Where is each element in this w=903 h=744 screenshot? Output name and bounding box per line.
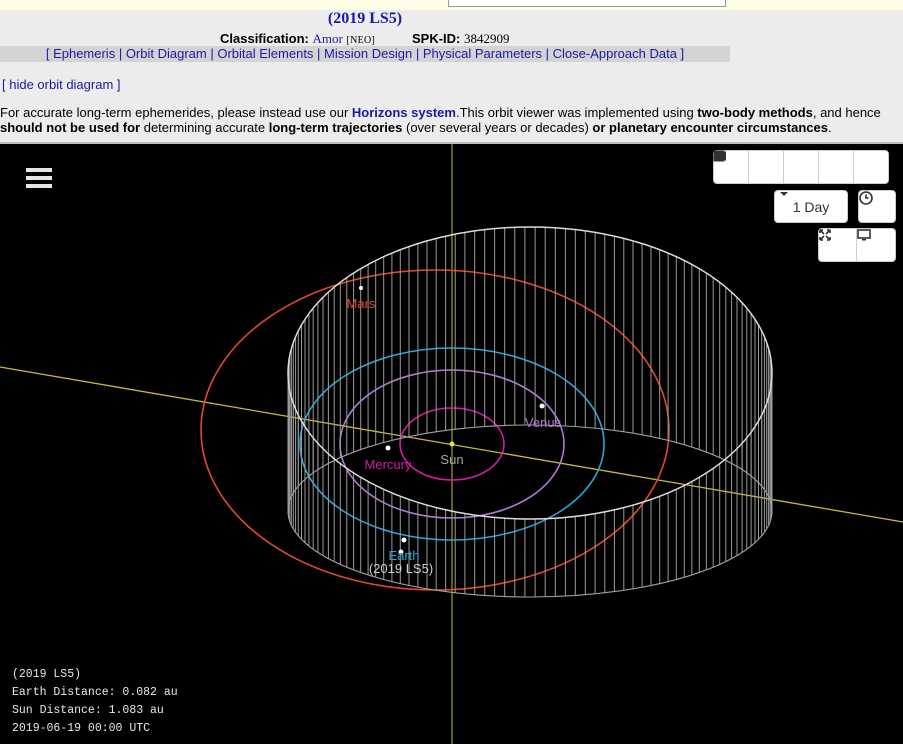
mercury-dot <box>385 445 391 451</box>
step-forward-button[interactable] <box>715 150 854 184</box>
search-input[interactable] <box>448 0 726 7</box>
mars-orbit <box>200 269 670 591</box>
sun-dot <box>449 441 455 447</box>
earth-dot <box>401 537 407 543</box>
classification-tag: [NEO] <box>346 35 376 46</box>
classification-label: Classification: <box>220 31 309 46</box>
info-datetime: 2019-06-19 00:00 UTC <box>12 722 151 735</box>
stop-button[interactable] <box>713 150 819 184</box>
display-button[interactable] <box>856 228 896 262</box>
mercury-label: Mercury <box>365 457 412 472</box>
object-label: (2019 LS5) <box>369 561 433 576</box>
orbit-drop-lines <box>287 227 773 597</box>
caret-down-icon <box>780 192 788 196</box>
object-info-readout: (2019 LS5) Earth Distance: 0.082 au Sun Di… <box>12 666 178 738</box>
step-size-select[interactable]: 1 Day <box>774 190 848 223</box>
orbit-canvas: Sun Mercury Venus Earth Mars (2019 LS5) <box>0 144 903 744</box>
section-nav: [ Ephemeris | Orbit Diagram | Orbital El… <box>0 46 730 62</box>
fullscreen-icon <box>819 229 831 241</box>
fullscreen-button[interactable] <box>818 228 857 262</box>
menu-icon[interactable] <box>26 168 52 190</box>
classification-row: Classification: Amor [NEO] <box>220 31 375 47</box>
nav-mission-design[interactable]: Mission Design <box>324 46 412 61</box>
clock-icon <box>859 191 873 205</box>
step-size-value: 1 Day <box>792 198 830 215</box>
info-object-name: (2019 LS5) <box>12 668 82 681</box>
classification-link[interactable]: Amor <box>312 31 342 46</box>
monitor-icon <box>857 229 871 241</box>
orbit-viewer[interactable]: Sun Mercury Venus Earth Mars (2019 LS5) … <box>0 142 903 744</box>
venus-dot <box>539 403 545 409</box>
mars-label: Mars <box>347 296 376 311</box>
clock-button[interactable] <box>858 190 896 223</box>
venus-label: Venus <box>525 415 562 430</box>
fast-forward-button[interactable] <box>714 150 889 184</box>
spk-id-row: SPK-ID: 3842909 <box>412 31 510 47</box>
horizons-link[interactable]: Horizons system <box>352 105 456 120</box>
info-sun-distance: Sun Distance: 1.083 au <box>12 704 164 717</box>
spk-label: SPK-ID: <box>412 31 461 46</box>
info-earth-distance: Earth Distance: 0.082 au <box>12 686 178 699</box>
sun-label: Sun <box>440 452 463 467</box>
page-title: (2019 LS5) <box>327 10 403 27</box>
playback-controls <box>713 150 889 184</box>
spk-value: 3842909 <box>464 31 510 46</box>
step-back-button[interactable] <box>715 150 784 184</box>
nav-close-approach-data[interactable]: Close-Approach Data <box>553 46 677 61</box>
mars-dot <box>359 286 363 290</box>
fast-forward-icon <box>714 151 726 161</box>
nav-orbit-diagram[interactable]: Orbit Diagram <box>126 46 207 61</box>
accuracy-note: For accurate long-term ephemerides, plea… <box>0 105 881 135</box>
nav-orbital-elements[interactable]: Orbital Elements <box>217 46 313 61</box>
nav-ephemeris[interactable]: Ephemeris <box>53 46 115 61</box>
hide-orbit-diagram-link[interactable]: [ hide orbit diagram ] <box>2 77 121 92</box>
nav-physical-parameters[interactable]: Physical Parameters <box>423 46 542 61</box>
